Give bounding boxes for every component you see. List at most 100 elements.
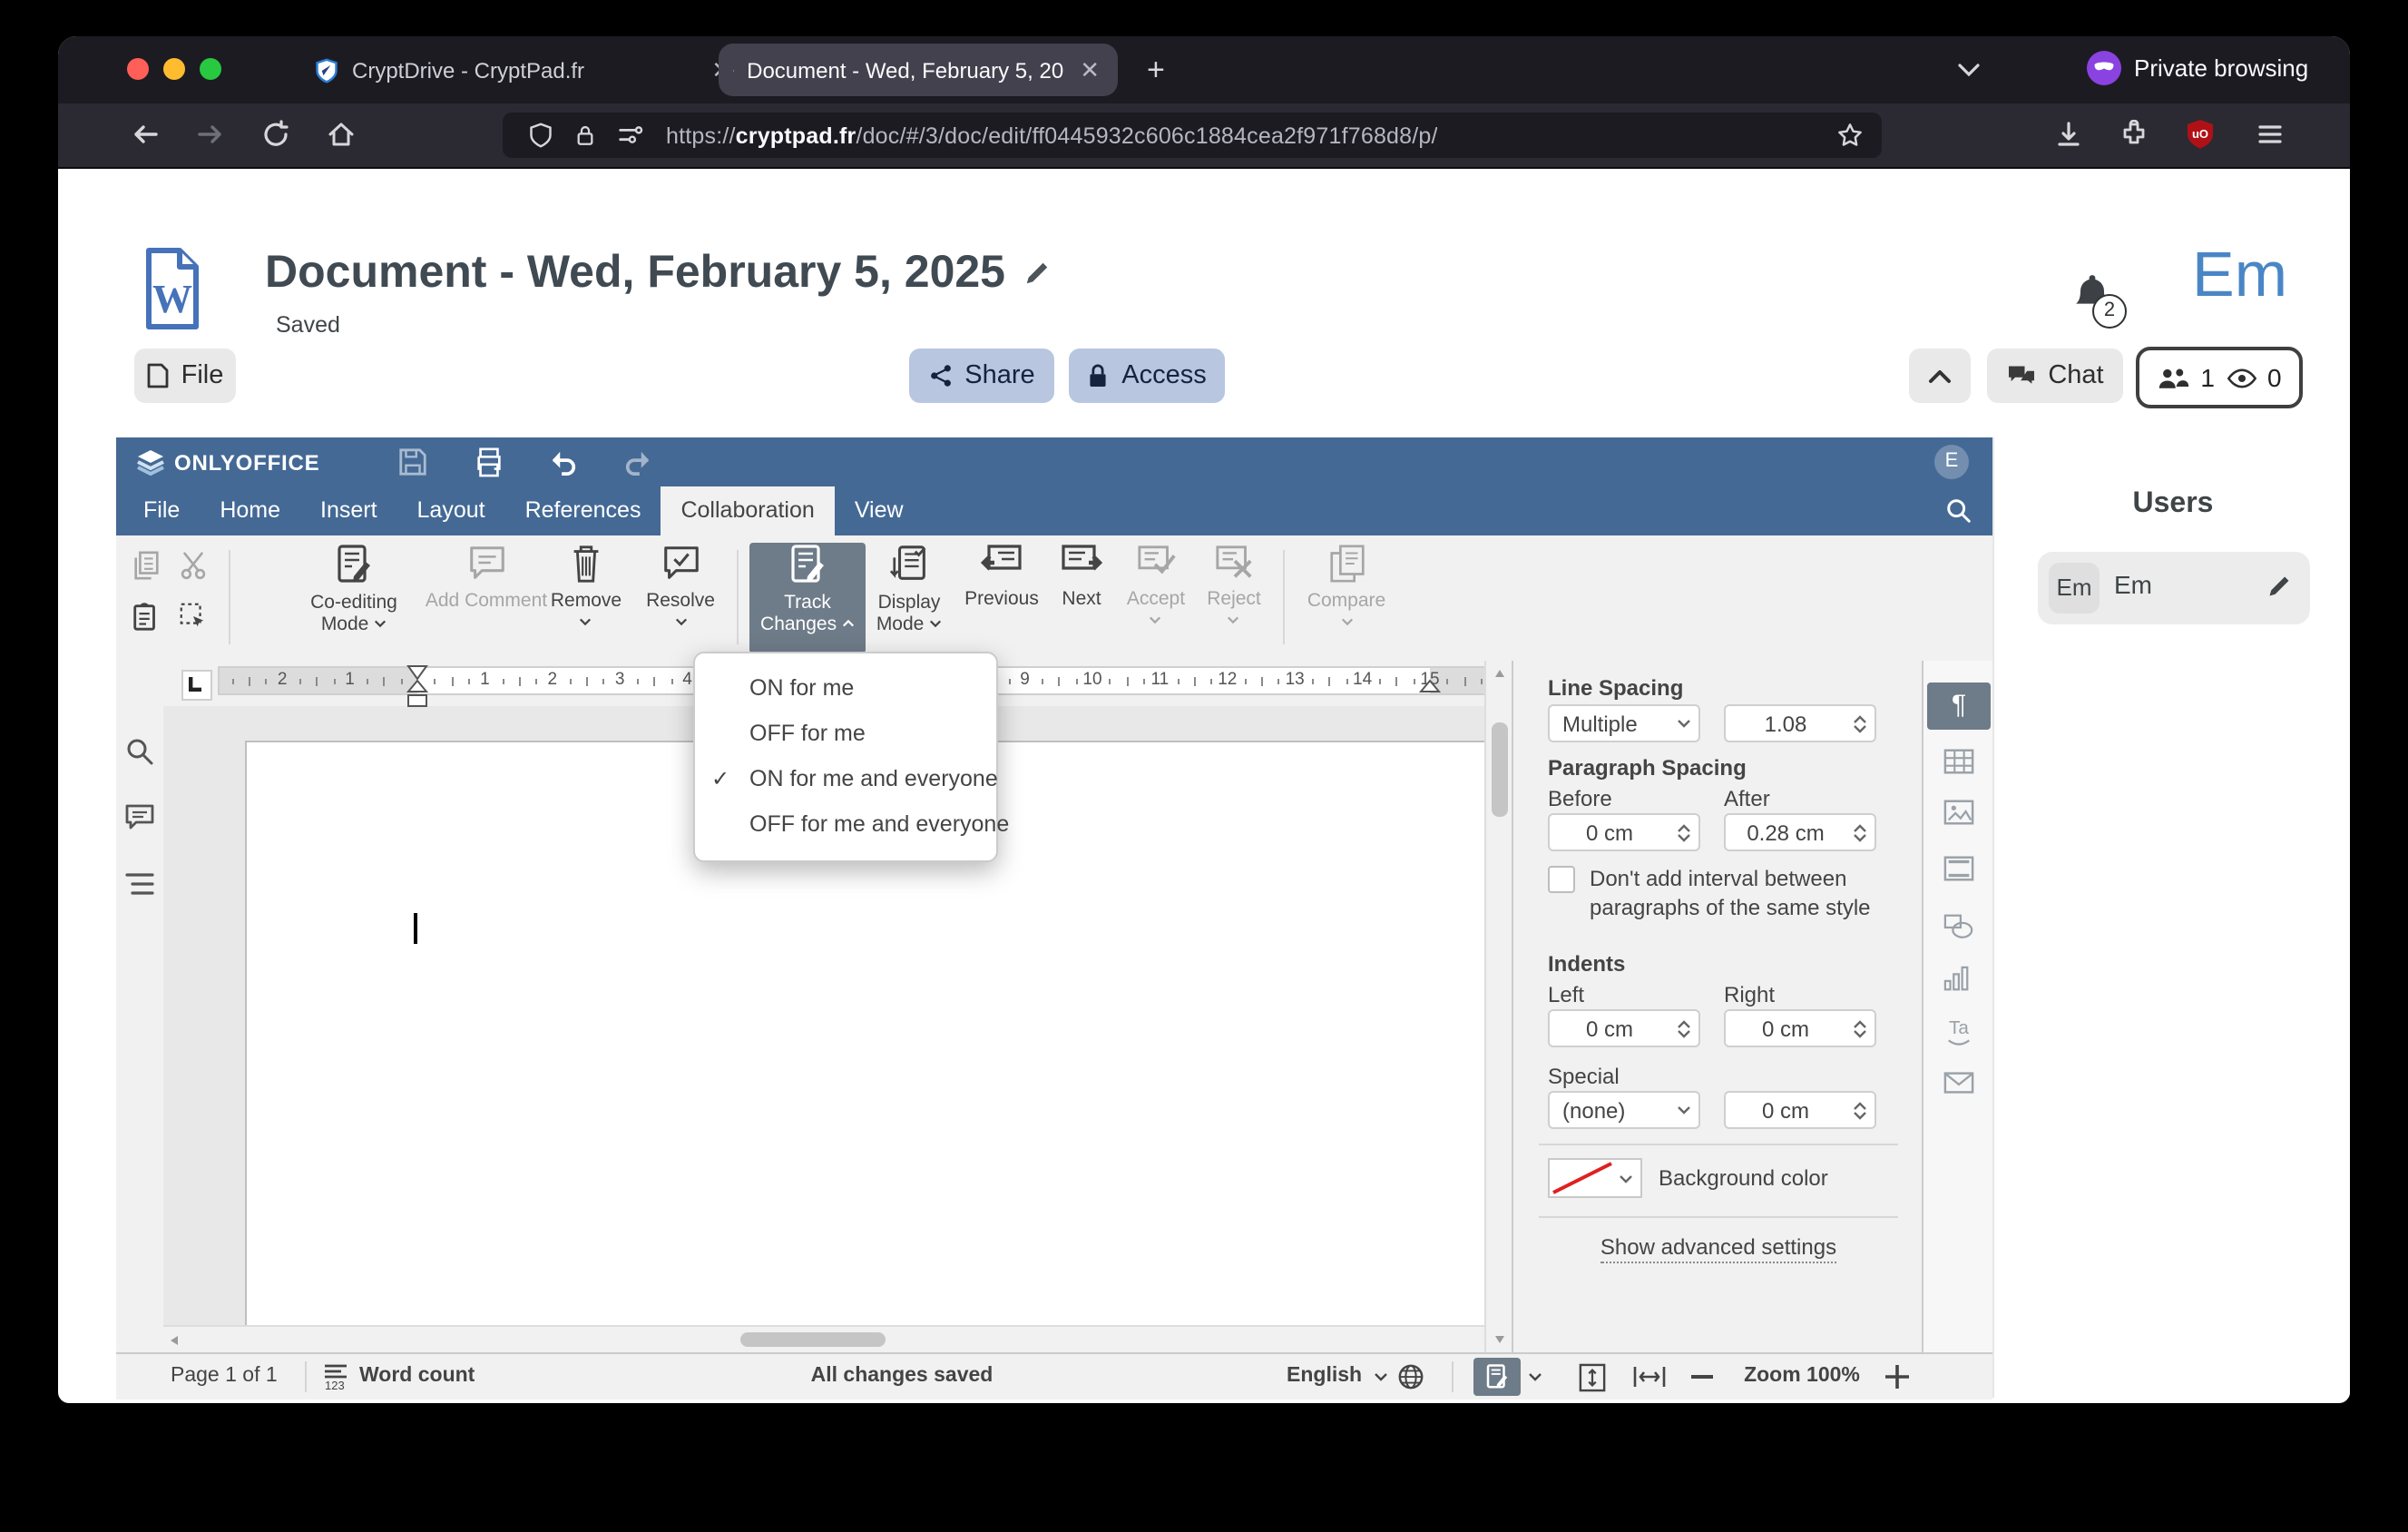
spacing-after-spinner[interactable]: 0.28 cm: [1724, 813, 1876, 851]
interval-checkbox[interactable]: [1548, 866, 1575, 893]
navigation-headings-icon[interactable]: [125, 871, 154, 897]
document-title[interactable]: Document - Wed, February 5, 2025: [265, 247, 1005, 300]
bookmark-star-icon[interactable]: [1836, 122, 1864, 149]
find-icon[interactable]: [125, 737, 154, 766]
background-color-swatch[interactable]: [1548, 1158, 1617, 1198]
spinner-arrows[interactable]: [1853, 1101, 1875, 1119]
resolve-button[interactable]: Resolve: [633, 543, 728, 653]
minimize-window-button[interactable]: [163, 58, 185, 80]
word-count-label[interactable]: Word count: [359, 1365, 475, 1387]
header-footer-settings-tab[interactable]: [1943, 855, 1974, 882]
new-tab-button[interactable]: +: [1147, 53, 1165, 89]
reload-icon[interactable]: [261, 120, 290, 149]
display-mode-button[interactable]: Display Mode: [857, 543, 962, 653]
account-avatar[interactable]: Em: [2192, 240, 2287, 312]
reject-button[interactable]: Reject: [1190, 543, 1277, 653]
ublock-origin-icon[interactable]: uO: [2185, 118, 2216, 151]
spinner-arrows[interactable]: [1677, 1019, 1698, 1037]
compare-button[interactable]: Compare: [1292, 543, 1401, 653]
page-indicator[interactable]: Page 1 of 1: [171, 1365, 278, 1387]
line-spacing-spinner[interactable]: 1.08: [1724, 704, 1876, 742]
background-color-dropdown[interactable]: [1613, 1158, 1642, 1198]
chevron-down-icon[interactable]: [1528, 1372, 1542, 1381]
office-menu-tab-file[interactable]: File: [123, 486, 200, 535]
menu-hamburger-icon[interactable]: [2256, 120, 2285, 149]
office-menu-tab-references[interactable]: References: [505, 486, 661, 535]
special-select[interactable]: (none): [1548, 1091, 1700, 1129]
track-changes-toggle[interactable]: [1473, 1358, 1521, 1396]
track-menu-item[interactable]: OFF for me: [695, 712, 996, 757]
redo-icon[interactable]: [622, 448, 653, 476]
coediting-mode-button[interactable]: Co-editing Mode: [285, 543, 423, 653]
tab-stop-selector[interactable]: [181, 670, 212, 701]
h-scrollbar[interactable]: [163, 1325, 1484, 1352]
special-value-spinner[interactable]: 0 cm: [1724, 1091, 1876, 1129]
office-user-avatar[interactable]: E: [1934, 445, 1969, 479]
shape-settings-tab[interactable]: [1943, 913, 1974, 940]
permissions-icon[interactable]: [617, 122, 644, 149]
url-bar[interactable]: https://cryptpad.fr/doc/#/3/doc/edit/ff0…: [503, 113, 1882, 158]
office-menu-tab-collaboration[interactable]: Collaboration: [661, 486, 835, 535]
tab-cryptdrive[interactable]: CryptDrive - CryptPad.fr ✕: [299, 47, 749, 93]
search-icon[interactable]: [1945, 497, 1972, 525]
h-scroll-thumb[interactable]: [740, 1332, 886, 1347]
edit-name-pencil-icon[interactable]: [2266, 574, 2292, 599]
home-icon[interactable]: [327, 120, 356, 149]
presence-counters[interactable]: 1 0: [2136, 347, 2303, 408]
tab-document[interactable]: Document - Wed, February 5, 20 ✕: [719, 44, 1118, 96]
paste-icon[interactable]: [131, 601, 162, 632]
fit-page-icon[interactable]: [1579, 1363, 1606, 1392]
downloads-icon[interactable]: [2054, 120, 2083, 149]
collapse-toolbar-button[interactable]: [1909, 349, 1971, 403]
cut-icon[interactable]: [178, 550, 209, 581]
list-tabs-chevron-icon[interactable]: [1956, 62, 1982, 78]
spinner-arrows[interactable]: [1853, 823, 1875, 841]
zoom-in-icon[interactable]: [1885, 1365, 1909, 1389]
zoom-out-icon[interactable]: [1691, 1374, 1713, 1380]
scroll-left-icon[interactable]: [169, 1334, 180, 1347]
tab-close-icon[interactable]: ✕: [1076, 55, 1103, 84]
print-icon[interactable]: [474, 447, 504, 477]
spacing-before-spinner[interactable]: 0 cm: [1548, 813, 1700, 851]
spinner-arrows[interactable]: [1677, 823, 1698, 841]
v-scrollbar[interactable]: [1484, 661, 1513, 1352]
fit-width-icon[interactable]: [1633, 1367, 1666, 1387]
right-indent-marker[interactable]: [1419, 664, 1441, 695]
lock-icon[interactable]: [573, 122, 597, 149]
zoom-window-button[interactable]: [200, 58, 221, 80]
back-icon[interactable]: [131, 120, 160, 149]
v-scroll-thumb[interactable]: [1492, 722, 1508, 817]
extensions-puzzle-icon[interactable]: [2119, 120, 2149, 149]
zoom-level[interactable]: Zoom 100%: [1737, 1365, 1867, 1387]
advanced-settings-link[interactable]: Show advanced settings: [1513, 1234, 1923, 1263]
file-button[interactable]: File: [134, 349, 236, 403]
close-window-button[interactable]: [127, 58, 149, 80]
chart-settings-tab[interactable]: [1943, 966, 1971, 993]
office-menu-tab-layout[interactable]: Layout: [397, 486, 505, 535]
previous-change-button[interactable]: Previous: [947, 543, 1056, 653]
copy-icon[interactable]: [131, 550, 162, 581]
accept-button[interactable]: Accept: [1111, 543, 1201, 653]
access-button[interactable]: Access: [1069, 349, 1225, 403]
scroll-up-icon[interactable]: [1493, 668, 1506, 679]
comments-icon[interactable]: [125, 804, 154, 831]
add-comment-button[interactable]: Add Comment: [423, 543, 550, 653]
text-art-settings-tab[interactable]: Ta: [1943, 1016, 1974, 1046]
remove-button[interactable]: Remove: [537, 543, 635, 653]
spinner-arrows[interactable]: [1853, 1019, 1875, 1037]
notifications-bell[interactable]: 2: [2069, 272, 2127, 329]
spinner-arrows[interactable]: [1853, 714, 1875, 732]
select-all-icon[interactable]: [178, 601, 209, 632]
save-icon[interactable]: [397, 447, 428, 477]
indent-right-spinner[interactable]: 0 cm: [1724, 1009, 1876, 1047]
rename-pencil-icon[interactable]: [1023, 260, 1051, 287]
indent-left-spinner[interactable]: 0 cm: [1548, 1009, 1700, 1047]
track-menu-item[interactable]: ✓ ON for me and everyone: [695, 757, 998, 802]
office-menu-tab-home[interactable]: Home: [200, 486, 300, 535]
line-spacing-select[interactable]: Multiple: [1548, 704, 1700, 742]
paragraph-settings-tab[interactable]: ¶: [1927, 683, 1991, 730]
track-menu-item[interactable]: ON for me: [695, 666, 996, 712]
mail-merge-settings-tab[interactable]: [1943, 1071, 1974, 1095]
table-settings-tab[interactable]: [1943, 748, 1974, 775]
chat-button[interactable]: Chat: [1987, 349, 2123, 403]
